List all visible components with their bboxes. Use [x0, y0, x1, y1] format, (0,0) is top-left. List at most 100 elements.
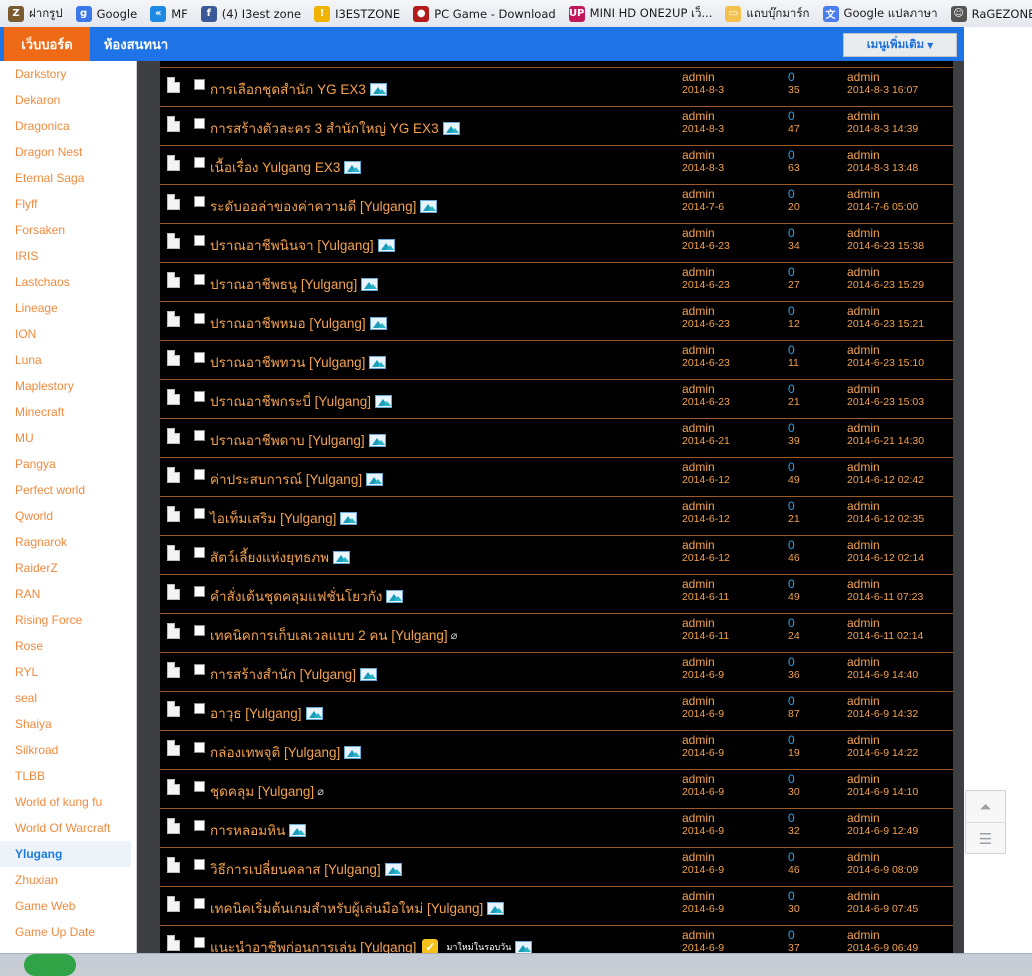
- bookmark-item[interactable]: « MF: [142, 5, 193, 22]
- last-post[interactable]: admin 2014-8-3 13:48: [847, 149, 918, 175]
- bookmark-item[interactable]: g Google: [68, 5, 143, 22]
- last-post[interactable]: admin 2014-6-9 14:40: [847, 656, 918, 682]
- sidebar-item[interactable]: Zhuxian: [0, 867, 136, 893]
- last-post[interactable]: admin 2014-6-23 15:03: [847, 383, 924, 409]
- thread-author[interactable]: admin 2014-6-23: [682, 383, 730, 409]
- thread-author[interactable]: admin 2014-6-9: [682, 656, 724, 682]
- last-post[interactable]: admin 2014-6-9 08:09: [847, 851, 918, 877]
- thread-author[interactable]: admin 2014-6-9: [682, 812, 724, 838]
- sidebar-item[interactable]: Pangya: [0, 451, 136, 477]
- thread-title-link[interactable]: เนื้อเรื่อง Yulgang EX3: [210, 156, 362, 178]
- more-menu-dropdown[interactable]: เมนูเพิ่มเติม ▼: [843, 33, 957, 57]
- thread-row[interactable]: ปราณอาชีพธนู [Yulgang] admin 2014-6-23 0 27 a…: [160, 262, 953, 302]
- sidebar-item[interactable]: Ragnarok: [0, 529, 136, 555]
- thread-row[interactable]: ปราณอาชีพกระบี่ [Yulgang] admin 2014-6-23 0…: [160, 379, 953, 419]
- sidebar-item[interactable]: RaiderZ: [0, 555, 136, 581]
- row-checkbox[interactable]: [194, 313, 205, 324]
- row-checkbox[interactable]: [194, 703, 205, 714]
- thread-row[interactable]: ไอเท็มเสริม [Yulgang] admin 2014-6-12 0 21 ad…: [160, 496, 953, 536]
- thread-title-link[interactable]: ปราณอาชีพดาบ [Yulgang]: [210, 429, 386, 451]
- bookmark-item[interactable]: ▭ แถบบุ๊กมาร์ก: [717, 5, 814, 23]
- last-post[interactable]: admin 2014-6-23 15:38: [847, 227, 924, 253]
- thread-author[interactable]: admin 2014-6-9: [682, 929, 724, 954]
- sidebar-item[interactable]: IRIS: [0, 243, 136, 269]
- thread-row[interactable]: การหลอมหิน admin 2014-6-9 0 32 admin 2014-6-9 …: [160, 808, 953, 848]
- row-checkbox[interactable]: [194, 235, 205, 246]
- sidebar-item[interactable]: seal: [0, 685, 136, 711]
- thread-row[interactable]: ระดับออล่าของค่าความดี [Yulgang] admin 201…: [160, 184, 953, 224]
- bookmark-item[interactable]: ! I3ESTZONE: [306, 5, 405, 22]
- thread-title-link[interactable]: เทคนิคการเก็บเลเวลแบบ 2 คน [Yulgang] ⌀: [210, 624, 457, 646]
- row-checkbox[interactable]: [194, 625, 205, 636]
- row-checkbox[interactable]: [194, 742, 205, 753]
- thread-row[interactable]: ปราณอาชีพหมอ [Yulgang] admin 2014-6-23 0 12 a…: [160, 301, 953, 341]
- last-post[interactable]: admin 2014-8-3 14:39: [847, 110, 918, 136]
- last-post[interactable]: admin 2014-6-9 14:32: [847, 695, 918, 721]
- last-post[interactable]: admin 2014-6-11 02:14: [847, 617, 923, 643]
- thread-title-link[interactable]: คำสั่งเต้นชุดคลุมแฟชั่นโยวกัง: [210, 585, 404, 607]
- row-checkbox[interactable]: [194, 898, 205, 909]
- sidebar-item[interactable]: Dragon Nest: [0, 139, 136, 165]
- thread-row[interactable]: ชุดคลุม [Yulgang] ⌀ admin 2014-6-9 0 30 admin 2…: [160, 769, 953, 809]
- last-post[interactable]: admin 2014-6-21 14:30: [847, 422, 924, 448]
- thread-row[interactable]: กล่องเทพจุติ [Yulgang] admin 2014-6-9 0 19 ad…: [160, 730, 953, 770]
- thread-title-link[interactable]: การเลือกชุดสำนัก YG EX3: [210, 78, 387, 100]
- thread-title-link[interactable]: สัตว์เลี้ยงแห่งยุทธภพ: [210, 546, 351, 568]
- thread-author[interactable]: admin 2014-6-12: [682, 500, 730, 526]
- bookmark-item[interactable]: 文 Google แปลภาษา: [815, 5, 943, 23]
- thread-author[interactable]: admin 2014-6-23: [682, 227, 730, 253]
- thread-author[interactable]: admin 2014-6-12: [682, 461, 730, 487]
- thread-title-link[interactable]: ค่าประสบการณ์ [Yulgang]: [210, 468, 384, 490]
- thread-title-link[interactable]: ปราณอาชีพนินจา [Yulgang]: [210, 234, 395, 256]
- thread-author[interactable]: admin2014-8-3: [682, 149, 724, 175]
- bookmark-item[interactable]: UP MINI HD ONE2UP เว็...: [561, 5, 718, 23]
- thread-row[interactable]: วิธีการเปลี่ยนคลาส [Yulgang] admin 2014-6-…: [160, 847, 953, 887]
- last-post[interactable]: admin 2014-6-23 15:29: [847, 266, 924, 292]
- thread-row[interactable]: เทคนิคการเก็บเลเวลแบบ 2 คน [Yulgang] ⌀ adm…: [160, 613, 953, 653]
- bookmark-item[interactable]: f (4) I3est zone: [193, 5, 306, 22]
- last-post[interactable]: admin 2014-8-3 16:07: [847, 71, 918, 97]
- thread-row[interactable]: เทคนิคเริ่มต้นเกมสำหรับผู้เล่นมือใหม่ [Y…: [160, 886, 953, 926]
- sidebar-item[interactable]: RAN: [0, 581, 136, 607]
- sidebar-item[interactable]: Ylugang: [0, 841, 131, 867]
- row-checkbox[interactable]: [194, 118, 205, 129]
- thread-title-link[interactable]: ปราณอาชีพกระบี่ [Yulgang]: [210, 390, 392, 412]
- sidebar-item[interactable]: RYL: [0, 659, 136, 685]
- list-icon[interactable]: ☰: [966, 822, 1005, 854]
- sidebar-item[interactable]: Game Web: [0, 893, 136, 919]
- thread-author[interactable]: admin 2014-6-9: [682, 773, 724, 799]
- thread-row[interactable]: ค่าประสบการณ์ [Yulgang] admin 2014-6-12 0 49…: [160, 457, 953, 497]
- sidebar-item[interactable]: Flyff: [0, 191, 136, 217]
- thread-row[interactable]: ปราณอาชีพทวน [Yulgang] admin 2014-6-23 0 11 a…: [160, 340, 953, 380]
- bookmark-item[interactable]: Z ฝากรูป: [0, 5, 68, 23]
- thread-author[interactable]: admin 2014-7-6: [682, 188, 724, 214]
- last-post[interactable]: admin 2014-7-6 05:00: [847, 188, 918, 214]
- last-post[interactable]: admin 2014-6-23 15:21: [847, 305, 924, 331]
- thread-title-link[interactable]: แนะนำอาชีพก่อนการเล่น [Yulgang] ✓ มาใหม่ใน…: [210, 936, 533, 953]
- thread-author[interactable]: admin 2014-6-9: [682, 890, 724, 916]
- thread-row[interactable]: เนื้อเรื่อง Yulgang EX3 admin 2014-8-3 0 63 a…: [160, 145, 953, 185]
- thread-title-link[interactable]: การหลอมหิน: [210, 819, 307, 841]
- sidebar-item[interactable]: Lineage: [0, 295, 136, 321]
- sidebar-item[interactable]: Forsaken: [0, 217, 136, 243]
- sidebar-item[interactable]: MU: [0, 425, 136, 451]
- row-checkbox[interactable]: [194, 469, 205, 480]
- thread-row[interactable]: การสร้างตัวละคร 3 สำนักใหญ่ YG EX3 admin 2…: [160, 106, 953, 146]
- row-checkbox[interactable]: [194, 274, 205, 285]
- last-post[interactable]: admin 2014-6-9 14:22: [847, 734, 918, 760]
- sidebar-item[interactable]: Rose: [0, 633, 136, 659]
- row-checkbox[interactable]: [194, 547, 205, 558]
- row-checkbox[interactable]: [194, 79, 205, 90]
- back-to-top-icon[interactable]: ⏶: [966, 791, 1005, 822]
- thread-title-link[interactable]: ปราณอาชีพหมอ [Yulgang]: [210, 312, 387, 334]
- thread-author[interactable]: admin 2014-6-23: [682, 305, 730, 331]
- thread-row[interactable]: การเลือกชุดสำนัก YG EX3 admin 2014-8-3 0 35 a…: [160, 67, 953, 107]
- thread-title-link[interactable]: ปราณอาชีพทวน [Yulgang]: [210, 351, 387, 373]
- last-post[interactable]: admin 2014-6-12 02:42: [847, 461, 924, 487]
- sidebar-item[interactable]: Lastchaos: [0, 269, 136, 295]
- thread-row[interactable]: ปราณอาชีพนินจา [Yulgang] admin 2014-6-23 0 3…: [160, 223, 953, 263]
- thread-author[interactable]: admin 2014-6-11: [682, 578, 729, 604]
- row-checkbox[interactable]: [194, 157, 205, 168]
- row-checkbox[interactable]: [194, 820, 205, 831]
- thread-author[interactable]: admin 2014-6-9: [682, 695, 724, 721]
